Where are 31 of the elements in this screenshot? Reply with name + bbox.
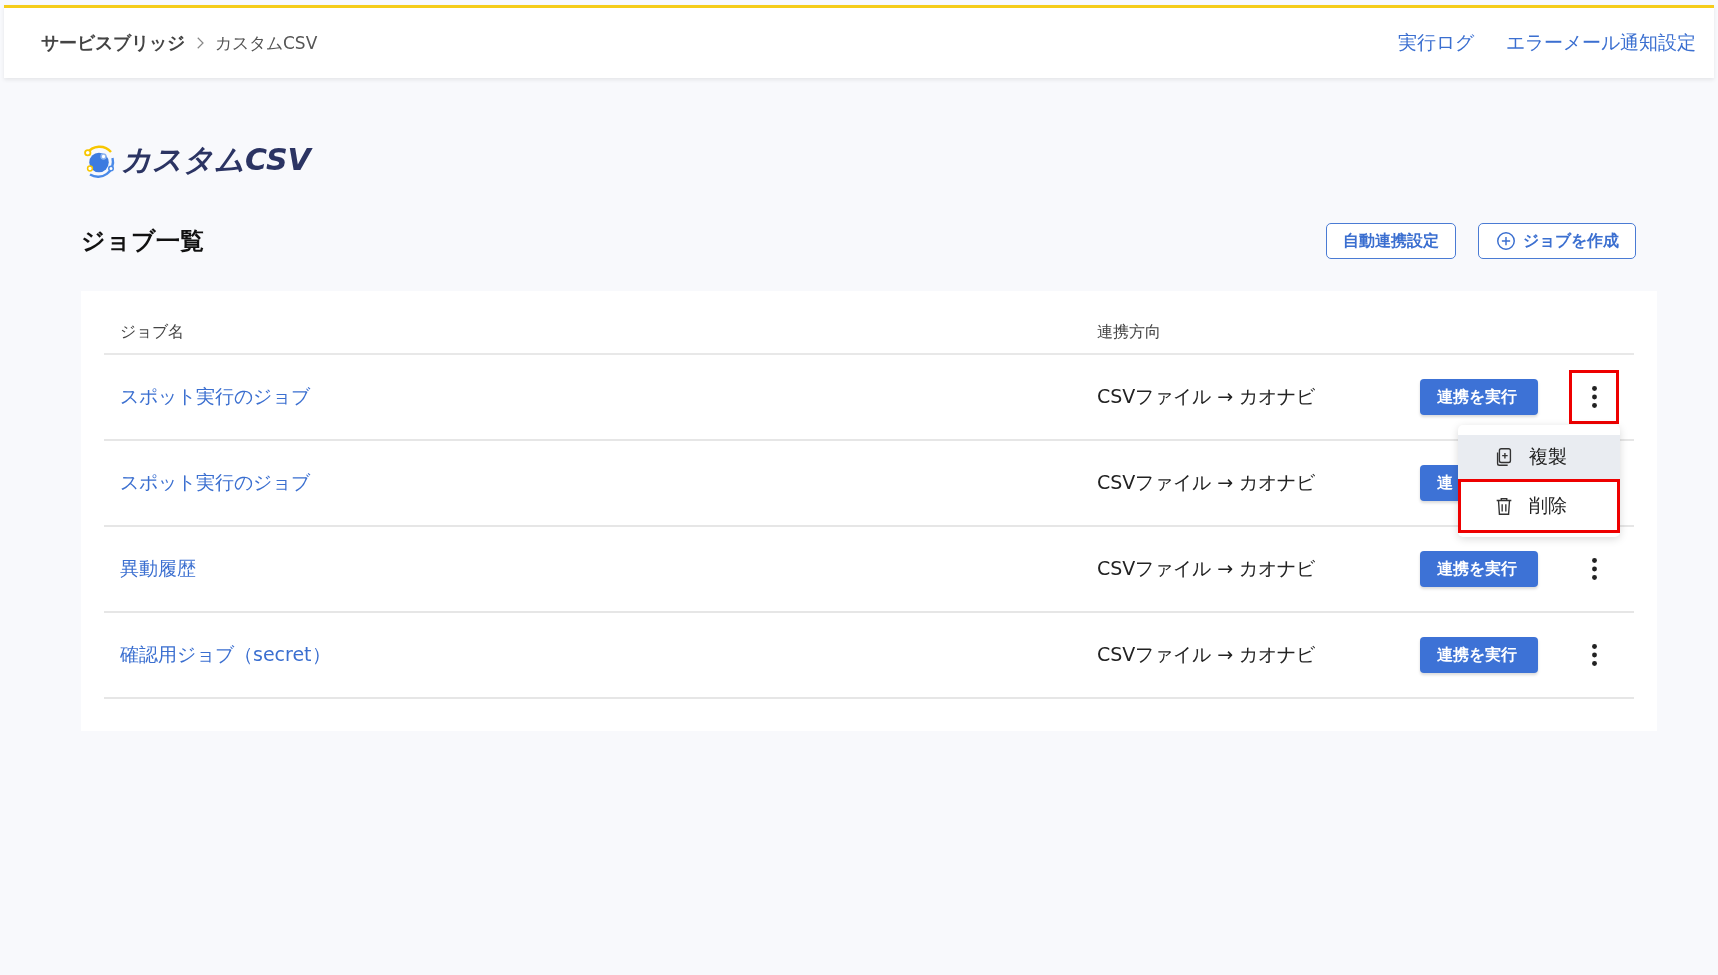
settings-button[interactable]: 自動連携設定 [1326,223,1456,259]
direction-text: CSVファイル → カオナビ [1097,556,1316,581]
more-vertical-icon [1591,386,1597,408]
direction-text: CSVファイル → カオナビ [1097,642,1316,667]
create-job-button[interactable]: ジョブを作成 [1478,223,1636,259]
menu-item-label: 削除 [1529,493,1567,518]
header-link[interactable]: 実行ログ [1398,30,1474,56]
header-link[interactable]: エラーメール通知設定 [1506,30,1696,56]
page-title: ジョブ一覧 [81,226,204,257]
more-vertical-icon [1591,558,1597,580]
breadcrumb-item: カスタムCSV [215,31,318,55]
column-header: ジョブ名 [104,311,1081,355]
column-header: 連携方向 [1081,311,1420,355]
logo-text: カスタムCSV [121,141,311,179]
menu-item-label: 複製 [1529,444,1567,469]
run-button[interactable]: 連携を実行 [1420,379,1538,415]
more-options-button[interactable] [1569,370,1619,424]
direction-text: CSVファイル → カオナビ [1097,384,1316,409]
job-name-link[interactable]: 異動履歴 [120,556,196,582]
logo-icon [81,142,117,179]
run-button[interactable]: 連携を実行 [1420,637,1538,673]
job-name-link[interactable]: 確認用ジョブ（secret） [120,642,331,668]
menu-item[interactable]: 削除 [1458,479,1620,533]
job-name-link[interactable]: スポット実行のジョブ [120,470,310,496]
run-button[interactable]: 連携を実行 [1420,551,1538,587]
direction-text: CSVファイル → カオナビ [1097,470,1316,495]
job-name-link[interactable]: スポット実行のジョブ [120,384,310,410]
menu-item[interactable]: 複製 [1458,435,1620,479]
breadcrumb-item[interactable]: サービスブリッジ [41,31,185,55]
plus-circle-icon [1495,230,1517,252]
more-vertical-icon [1591,644,1597,666]
